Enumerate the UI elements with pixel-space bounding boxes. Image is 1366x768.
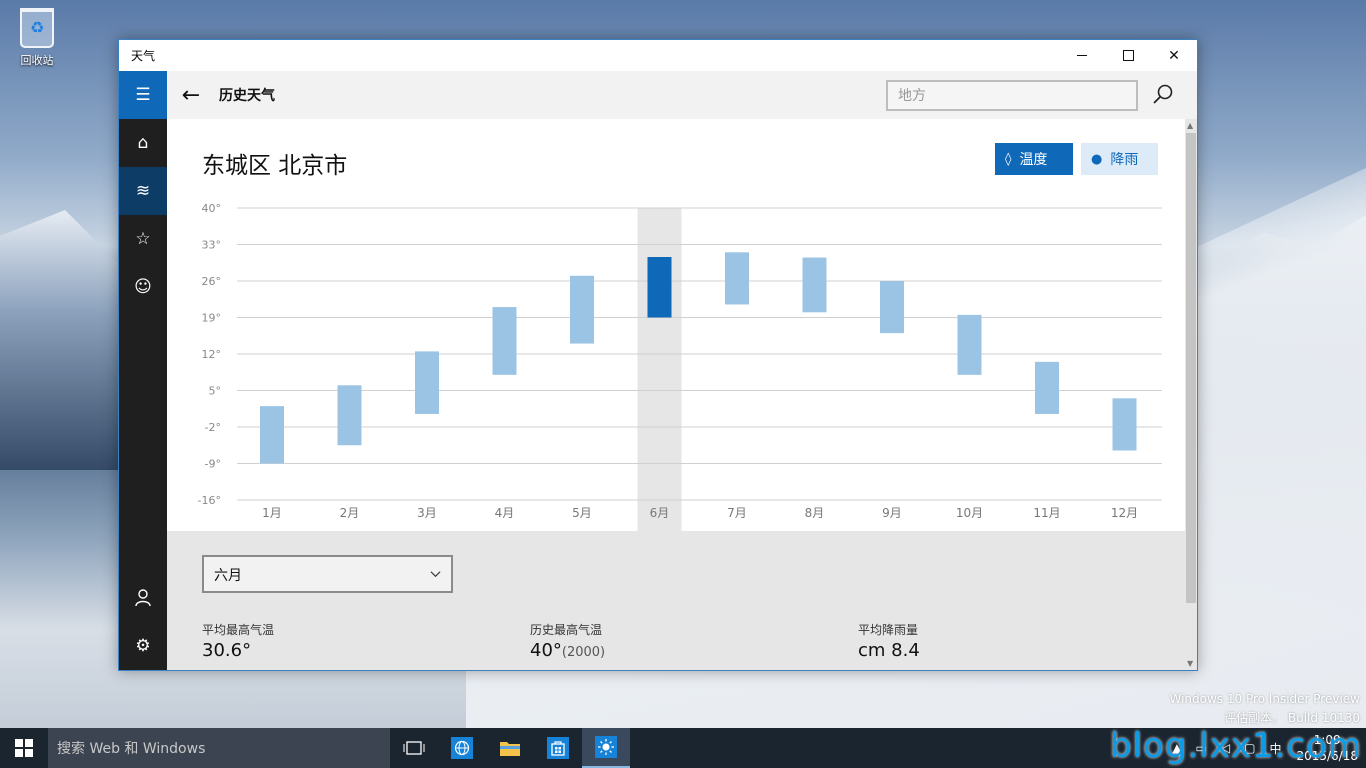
background-mountain-left (0, 210, 130, 470)
x-tick-label: 11月 (1033, 506, 1060, 520)
taskbar-weather[interactable] (582, 728, 630, 768)
weather-window: 天气 ✕ ☰ ⌂ ≋ ☆ ☺ ⚙ ← 历史天气 地方 东城区 北京市 ◊ 温度 … (118, 39, 1198, 671)
x-tick-label: 10月 (956, 506, 983, 520)
taskbar-file-explorer[interactable] (486, 728, 534, 768)
smiley-feedback-icon[interactable]: ☺ (119, 263, 167, 311)
temperature-range-bar (415, 351, 439, 414)
month-dropdown[interactable]: 六月 (202, 555, 453, 593)
temperature-range-bar (647, 257, 672, 318)
desktop-icon-recycle-bin[interactable]: 回收站 (10, 8, 64, 68)
y-tick-label: -2° (205, 421, 221, 434)
avg-rainfall-label: 平均降雨量 (858, 623, 919, 637)
taskbar-store[interactable] (534, 728, 582, 768)
month-dropdown-value: 六月 (214, 568, 242, 584)
vertical-scrollbar[interactable]: ▲ ▼ (1185, 119, 1197, 670)
folder-icon (500, 742, 520, 756)
location-search-input[interactable] (886, 80, 1138, 111)
avg-high-stat: 平均最高气温 30.6° (202, 621, 274, 661)
temperature-range-bar (957, 314, 982, 375)
start-button[interactable] (0, 728, 48, 768)
temperature-range-bar (880, 281, 904, 334)
hamburger-menu-icon[interactable]: ☰ (119, 71, 167, 119)
content-pane: 东城区 北京市 ◊ 温度 ● 降雨 40° 33° 26° 19° 12° 5° -2° -9… (167, 119, 1185, 670)
temperature-range-bar (1112, 398, 1137, 451)
temperature-range-bar (570, 275, 594, 344)
temperature-range-bar (1035, 361, 1059, 414)
temperature-range-bar (802, 257, 827, 313)
x-tick-label: 12月 (1111, 506, 1138, 520)
x-tick-label: 3月 (417, 506, 437, 520)
scroll-up-arrow-icon[interactable]: ▲ (1187, 121, 1193, 130)
globe-icon (451, 737, 473, 759)
x-tick-label: 5月 (572, 506, 592, 520)
close-button[interactable]: ✕ (1151, 40, 1197, 71)
taskbar-search-box[interactable]: 搜索 Web 和 Windows (48, 728, 390, 768)
temperature-range-bar (337, 385, 362, 446)
record-high-value: 40°(2000) (530, 640, 606, 661)
sun-icon (595, 736, 617, 758)
account-icon[interactable] (119, 574, 167, 622)
historical-weather-icon[interactable]: ≋ (119, 167, 167, 215)
x-tick-label: 2月 (340, 506, 360, 520)
x-tick-label: 9月 (882, 506, 902, 520)
record-high-stat: 历史最高气温 40°(2000) (530, 621, 605, 661)
y-tick-label: 19° (202, 312, 222, 325)
avg-rainfall-stat: 平均降雨量 cm 8.4 (858, 621, 920, 661)
search-icon[interactable] (1151, 83, 1175, 107)
app-header: ← 历史天气 (167, 71, 1197, 119)
x-tick-label: 6月 (650, 506, 670, 520)
title-bar[interactable]: 天气 ✕ (119, 40, 1197, 71)
record-high-label: 历史最高气温 (530, 623, 603, 637)
minimize-button[interactable] (1059, 40, 1105, 71)
window-title: 天气 (131, 49, 156, 63)
y-tick-label: -9° (205, 458, 221, 471)
y-tick-label: 40° (202, 202, 222, 215)
taskbar: 搜索 Web 和 Windows ▲ ▭ ◁ ▢ 中 1:09 2015/6/1… (0, 726, 1366, 768)
month-details: 六月 平均最高气温 30.6° 历史最高气温 40°(2000) 平均降雨量 c… (167, 531, 1185, 670)
settings-gear-icon[interactable]: ⚙ (119, 622, 167, 670)
blog-watermark: blog.lxx1.com (1110, 726, 1362, 766)
x-tick-label: 7月 (727, 506, 747, 520)
temperature-range-bar (492, 307, 517, 375)
scroll-down-arrow-icon[interactable]: ▼ (1187, 659, 1193, 668)
nav-pane: ☰ ⌂ ≋ ☆ ☺ ⚙ (119, 71, 167, 670)
scroll-thumb[interactable] (1186, 133, 1196, 603)
chevron-down-icon (430, 571, 441, 578)
task-view-icon (403, 741, 425, 755)
app-body: ☰ ⌂ ≋ ☆ ☺ ⚙ ← 历史天气 东城区 北京市 (119, 71, 1197, 670)
x-tick-label: 1月 (262, 506, 282, 520)
back-arrow-icon[interactable]: ← (167, 83, 215, 108)
nav-bottom: ⚙ (119, 574, 167, 670)
temperature-range-bar (725, 252, 749, 305)
temperature-range-bar (260, 406, 284, 464)
chart-panel: 东城区 北京市 ◊ 温度 ● 降雨 40° 33° 26° 19° 12° 5° -2° -9… (167, 119, 1185, 531)
selected-month-band (637, 208, 682, 531)
avg-rainfall-value: cm 8.4 (858, 640, 920, 661)
x-tick-label: 4月 (495, 506, 515, 520)
y-tick-label: 5° (209, 385, 222, 398)
home-icon[interactable]: ⌂ (119, 119, 167, 167)
main-area: ← 历史天气 东城区 北京市 ◊ 温度 ● 降雨 40°33°26°19°1 (167, 71, 1197, 670)
build-watermark: Windows 10 Pro Insider Preview 评估副本。 Bui… (1169, 690, 1360, 728)
y-tick-label: 12° (202, 348, 222, 361)
x-tick-label: 8月 (805, 506, 825, 520)
task-view-button[interactable] (390, 728, 438, 768)
temperature-history-chart: 40° 33° 26° 19° 12° 5° -2° -9° -16° 1月 2月 3月 4月 5月 6月 7… (198, 202, 1162, 531)
favorites-star-icon[interactable]: ☆ (119, 215, 167, 263)
y-tick-label: 33° (202, 239, 222, 252)
avg-high-value: 30.6° (202, 640, 252, 661)
avg-high-label: 平均最高气温 (202, 623, 275, 637)
person-icon (135, 589, 151, 607)
maximize-button[interactable] (1105, 40, 1151, 71)
recycle-bin-icon (20, 8, 54, 48)
taskbar-browser[interactable] (438, 728, 486, 768)
windows-logo-icon (15, 739, 33, 757)
recycle-bin-label: 回收站 (20, 54, 54, 67)
record-high-year: (2000) (561, 645, 606, 660)
y-tick-label: 26° (202, 275, 222, 288)
page-title: 历史天气 (219, 88, 275, 104)
store-bag-icon (547, 737, 569, 759)
watermark-line1: Windows 10 Pro Insider Preview (1169, 692, 1360, 706)
y-tick-label: -16° (198, 494, 221, 507)
